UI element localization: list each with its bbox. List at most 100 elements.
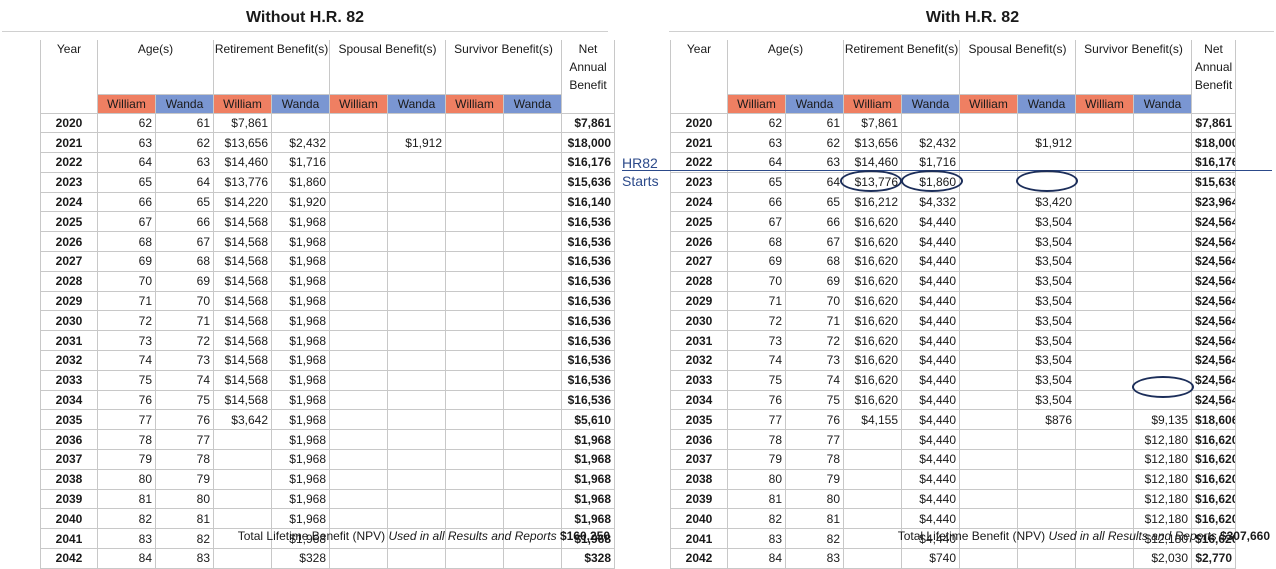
- header-ages: Age(s): [727, 40, 844, 94]
- table-row: 2038 80 79 $1,968 $1,968: [40, 468, 616, 490]
- right-title-rule: [669, 31, 1274, 32]
- label-william: William: [97, 93, 156, 114]
- table-row: 2042 84 83 $740 $2,030 $2,770: [670, 548, 1237, 569]
- net-benefit-cell: $5,610: [561, 409, 616, 431]
- year-cell: 2034: [670, 389, 728, 411]
- spousal-wanda-cell: [387, 112, 446, 134]
- year-cell: 2023: [40, 171, 98, 193]
- age-william-cell: 81: [97, 488, 156, 510]
- left-footer: Total Lifetime Benefit (NPV) Used in all…: [238, 529, 610, 543]
- retirement-wanda-cell: $4,440: [901, 389, 960, 411]
- spousal-william-cell: [959, 251, 1018, 272]
- survivor-wanda-cell: [1132, 290, 1193, 312]
- net-benefit-cell: $24,564: [1191, 251, 1237, 272]
- retirement-william-cell: [843, 488, 902, 510]
- year-cell: 2039: [40, 488, 98, 510]
- net-benefit-cell: $15,636: [1191, 171, 1237, 193]
- retirement-wanda-cell: $1,860: [271, 171, 330, 193]
- label-wanda: Wanda: [155, 93, 214, 114]
- age-william-cell: 80: [97, 468, 156, 490]
- survivor-william-cell: [1075, 508, 1134, 530]
- highlight-oval-spousal: [1016, 170, 1078, 192]
- net-benefit-cell: $7,861: [561, 112, 616, 134]
- age-william-cell: 71: [97, 290, 156, 312]
- net-benefit-cell: $16,620: [1191, 468, 1237, 490]
- retirement-wanda-cell: $1,968: [271, 330, 330, 352]
- age-william-cell: 62: [97, 112, 156, 134]
- label-william: William: [843, 93, 902, 114]
- right-footer-note: Used in all Results and Reports: [1048, 529, 1217, 543]
- table-row: 2024 66 65 $14,220 $1,920 $16,140: [40, 191, 616, 213]
- spousal-wanda-cell: [1017, 429, 1076, 451]
- retirement-wanda-cell: $1,968: [271, 310, 330, 332]
- table-row: 2039 81 80 $4,440 $12,180 $16,620: [670, 488, 1237, 510]
- label-william: William: [445, 93, 504, 114]
- person-label-row: William Wanda William Wanda William Wanda Will…: [670, 93, 1237, 114]
- age-wanda-cell: 69: [785, 270, 844, 292]
- spousal-wanda-cell: [387, 211, 446, 233]
- survivor-wanda-cell: [502, 132, 563, 154]
- age-wanda-cell: 80: [785, 488, 844, 510]
- retirement-wanda-cell: $4,332: [901, 191, 960, 213]
- year-cell: 2029: [670, 290, 728, 312]
- highlight-oval-survivor: [1132, 376, 1194, 398]
- spousal-wanda-cell: $3,504: [1017, 251, 1076, 272]
- table-row: 2040 82 81 $1,968 $1,968: [40, 508, 616, 530]
- header-year: Year: [40, 40, 98, 94]
- retirement-wanda-cell: $4,440: [901, 488, 960, 510]
- retirement-wanda-cell: $1,968: [271, 350, 330, 371]
- left-footer-total: $160,250: [559, 529, 610, 543]
- retirement-wanda-cell: $1,968: [271, 231, 330, 253]
- age-william-cell: 65: [97, 171, 156, 193]
- survivor-william-cell: [1075, 369, 1134, 391]
- age-wanda-cell: 61: [785, 112, 844, 134]
- retirement-wanda-cell: $1,716: [271, 152, 330, 173]
- table-row: 2021 63 62 $13,656 $2,432 $1,912 $18,000: [40, 132, 616, 154]
- survivor-wanda-cell: [502, 112, 563, 134]
- spousal-wanda-cell: $3,504: [1017, 389, 1076, 411]
- spousal-wanda-cell: [387, 350, 446, 371]
- table-row: 2023 65 64 $13,776 $1,860 $15,636: [40, 171, 616, 193]
- survivor-wanda-cell: [502, 251, 563, 272]
- age-wanda-cell: 70: [155, 290, 214, 312]
- age-wanda-cell: 65: [155, 191, 214, 213]
- survivor-wanda-cell: [1132, 310, 1193, 332]
- table-row: 2031 73 72 $16,620 $4,440 $3,504 $24,564: [670, 330, 1237, 352]
- age-wanda-cell: 64: [785, 171, 844, 193]
- year-cell: 2028: [670, 270, 728, 292]
- spousal-wanda-cell: [387, 231, 446, 253]
- retirement-william-cell: [213, 429, 272, 451]
- spousal-wanda-cell: $3,420: [1017, 191, 1076, 213]
- label-william: William: [213, 93, 272, 114]
- table-row: 2033 75 74 $14,568 $1,968 $16,536: [40, 369, 616, 391]
- age-wanda-cell: 83: [155, 548, 214, 569]
- net-benefit-cell: $16,536: [561, 350, 616, 371]
- survivor-wanda-cell: $9,135: [1132, 409, 1193, 431]
- retirement-wanda-cell: $4,440: [901, 270, 960, 292]
- survivor-wanda-cell: [502, 290, 563, 312]
- age-wanda-cell: 71: [155, 310, 214, 332]
- net-benefit-cell: $18,000: [561, 132, 616, 154]
- retirement-william-cell: [213, 488, 272, 510]
- retirement-william-cell: [843, 508, 902, 530]
- spousal-william-cell: [329, 152, 388, 173]
- year-cell: 2025: [670, 211, 728, 233]
- survivor-william-cell: [445, 152, 504, 173]
- age-william-cell: 82: [727, 508, 786, 530]
- spousal-wanda-cell: [1017, 488, 1076, 510]
- blank-cell: [40, 94, 98, 114]
- survivor-william-cell: [1075, 330, 1134, 352]
- year-cell: 2026: [670, 231, 728, 253]
- age-william-cell: 73: [727, 330, 786, 352]
- retirement-william-cell: $14,568: [213, 251, 272, 272]
- person-label-row: William Wanda William Wanda William Wanda Will…: [40, 93, 616, 114]
- spousal-wanda-cell: [387, 409, 446, 431]
- retirement-william-cell: $13,656: [213, 132, 272, 154]
- spousal-william-cell: [959, 231, 1018, 253]
- age-william-cell: 71: [727, 290, 786, 312]
- spousal-william-cell: [329, 488, 388, 510]
- spousal-william-cell: [959, 389, 1018, 411]
- spousal-william-cell: [329, 211, 388, 233]
- survivor-wanda-cell: [1132, 231, 1193, 253]
- net-benefit-cell: $7,861: [1191, 112, 1237, 134]
